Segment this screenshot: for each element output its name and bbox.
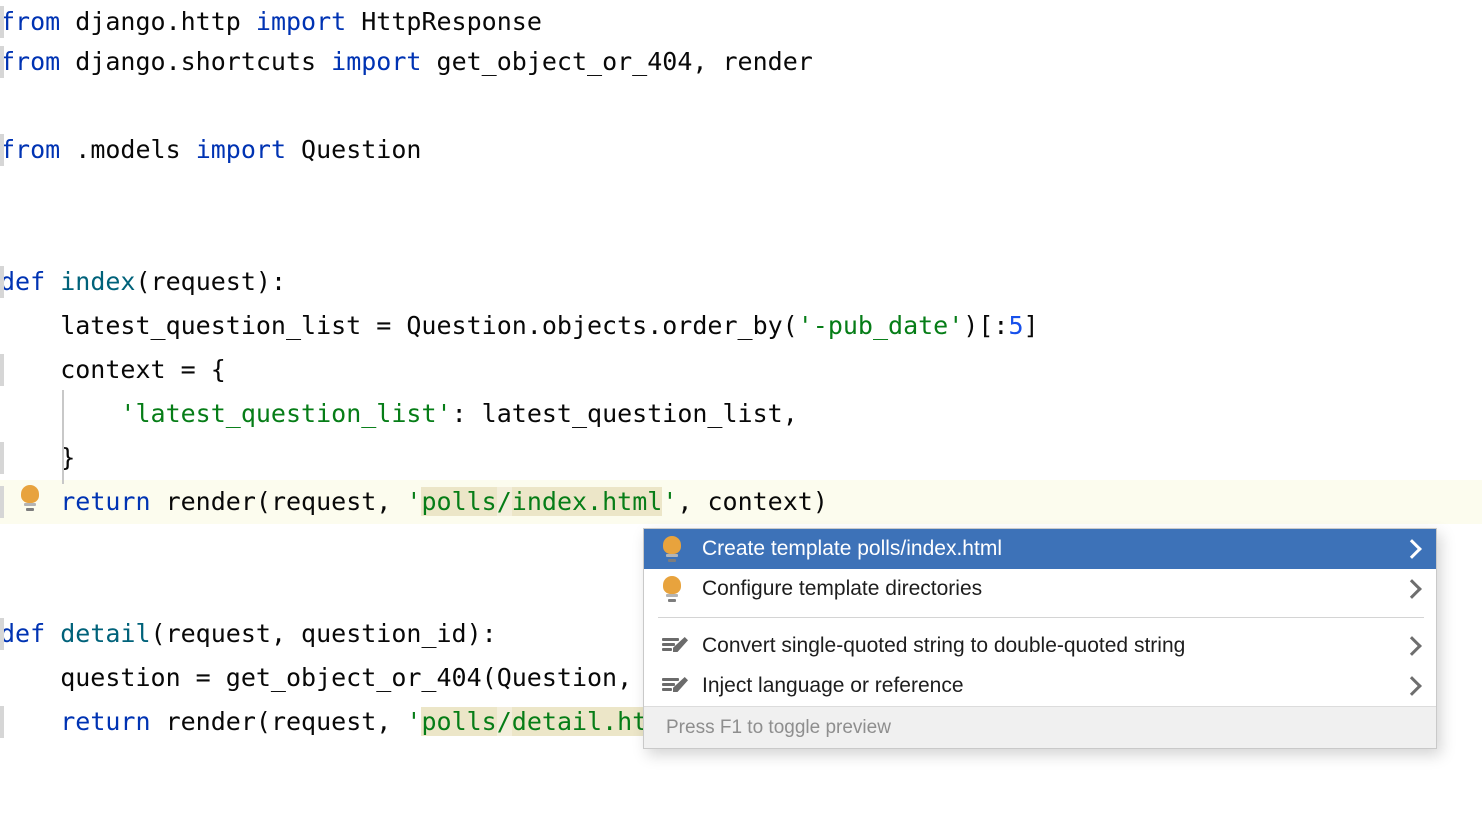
code-line[interactable]: def index(request): <box>0 260 1482 304</box>
chevron-right-icon[interactable] <box>1388 542 1436 556</box>
code-token <box>0 707 60 736</box>
code-line[interactable]: context = { <box>0 348 1482 392</box>
code-token: 5 <box>1008 311 1023 340</box>
code-line[interactable]: from .models import Question <box>0 128 1482 172</box>
template-path-segment: polls <box>421 707 496 736</box>
code-token: )[: <box>963 311 1008 340</box>
lightbulb-icon <box>662 536 702 562</box>
code-line[interactable]: return render(request, 'polls/index.html… <box>0 480 1482 524</box>
code-token: import <box>196 135 286 164</box>
chevron-right-icon[interactable] <box>1388 582 1436 596</box>
code-token <box>45 267 60 296</box>
code-token: ] <box>1024 311 1039 340</box>
code-line-text: from .models import Question <box>0 135 421 164</box>
intention-menu-item[interactable]: Create template polls/index.html <box>644 529 1436 569</box>
lightbulb-icon <box>662 576 702 602</box>
menu-separator <box>658 617 1424 618</box>
template-path-segment: polls <box>421 487 496 516</box>
code-line-text: return render(request, 'polls/index.html… <box>0 487 828 516</box>
code-line[interactable]: latest_question_list = Question.objects.… <box>0 304 1482 348</box>
code-token: from <box>0 47 60 76</box>
code-line[interactable] <box>0 84 1482 128</box>
code-token: 'latest_question_list' <box>120 399 451 428</box>
code-line-text: from django.shortcuts import get_object_… <box>0 47 813 76</box>
gutter-change-mark <box>0 486 4 518</box>
code-token: django.http <box>60 7 256 36</box>
code-block-fold-bar <box>62 390 64 484</box>
code-token: context = { <box>0 355 226 384</box>
code-token: return <box>60 707 150 736</box>
code-token: .models <box>60 135 195 164</box>
code-line-text: def index(request): <box>0 267 286 296</box>
lightbulb-icon[interactable] <box>20 485 42 513</box>
code-token: return <box>60 487 150 516</box>
code-line-text: return render(request, 'polls/detail.htm… <box>0 707 738 736</box>
code-token: import <box>331 47 421 76</box>
code-token: (request, question_id): <box>151 619 497 648</box>
intention-menu-item-label: Create template polls/index.html <box>702 537 1388 561</box>
gutter-change-mark <box>0 6 4 38</box>
code-token <box>45 619 60 648</box>
code-token: def <box>0 267 45 296</box>
code-line-text: latest_question_list = Question.objects.… <box>0 311 1039 340</box>
code-line[interactable]: } <box>0 436 1482 480</box>
code-token: latest_question_list = Question.objects.… <box>0 311 798 340</box>
code-line[interactable]: from django.http import HttpResponse <box>0 0 1482 44</box>
code-token: def <box>0 619 45 648</box>
code-line[interactable] <box>0 172 1482 216</box>
gutter-change-mark <box>0 266 4 298</box>
template-path-segment: index.html <box>512 487 663 516</box>
gutter-change-mark <box>0 442 4 474</box>
code-token: from <box>0 7 60 36</box>
template-path-segment: / <box>497 707 512 736</box>
intention-menu-list[interactable]: Create template polls/index.html Configur… <box>644 529 1436 706</box>
gutter-change-mark <box>0 706 4 738</box>
code-line-text: 'latest_question_list': latest_question_… <box>0 399 798 428</box>
intention-menu-item-label: Convert single-quoted string to double-q… <box>702 634 1388 658</box>
code-token: detail <box>60 619 150 648</box>
popup-hint-bar: Press F1 to toggle preview <box>644 706 1436 748</box>
code-token: render(request, <box>151 487 407 516</box>
edit-pencil-icon <box>662 675 702 697</box>
chevron-right-icon[interactable] <box>1388 639 1436 653</box>
chevron-right-icon[interactable] <box>1388 679 1436 693</box>
code-token: Question <box>286 135 421 164</box>
code-line[interactable]: 'latest_question_list': latest_question_… <box>0 392 1482 436</box>
code-token: ' <box>406 707 421 736</box>
code-token: from <box>0 135 60 164</box>
code-token: index <box>60 267 135 296</box>
code-line-text: context = { <box>0 355 226 384</box>
code-token: import <box>256 7 346 36</box>
code-line-text: def detail(request, question_id): <box>0 619 497 648</box>
code-token: django.shortcuts <box>60 47 331 76</box>
intention-menu-item-label: Inject language or reference <box>702 674 1388 698</box>
code-token: ' <box>662 487 677 516</box>
code-token: render(request, <box>151 707 407 736</box>
intention-menu-item[interactable]: Convert single-quoted string to double-q… <box>644 626 1436 666</box>
lightbulb-glyph <box>20 485 40 511</box>
code-line-text: from django.http import HttpResponse <box>0 7 542 36</box>
gutter-change-mark <box>0 46 4 78</box>
gutter-change-mark <box>0 618 4 650</box>
code-token: HttpResponse <box>346 7 542 36</box>
edit-pencil-icon <box>662 635 702 657</box>
code-line[interactable] <box>0 216 1482 260</box>
code-token: : latest_question_list, <box>452 399 798 428</box>
gutter-change-mark <box>0 354 4 386</box>
gutter-change-mark <box>0 134 4 166</box>
code-token: ' <box>406 487 421 516</box>
code-line[interactable]: from django.shortcuts import get_object_… <box>0 40 1482 84</box>
code-token: , context) <box>677 487 828 516</box>
code-token: (request): <box>135 267 286 296</box>
template-path-segment: / <box>497 487 512 516</box>
intention-actions-popup[interactable]: Create template polls/index.html Configur… <box>643 528 1437 749</box>
code-token: '-pub_date' <box>798 311 964 340</box>
intention-menu-item-label: Configure template directories <box>702 577 1388 601</box>
intention-menu-item[interactable]: Configure template directories <box>644 569 1436 609</box>
code-token <box>0 399 120 428</box>
code-token: get_object_or_404, render <box>421 47 812 76</box>
intention-menu-item[interactable]: Inject language or reference <box>644 666 1436 706</box>
